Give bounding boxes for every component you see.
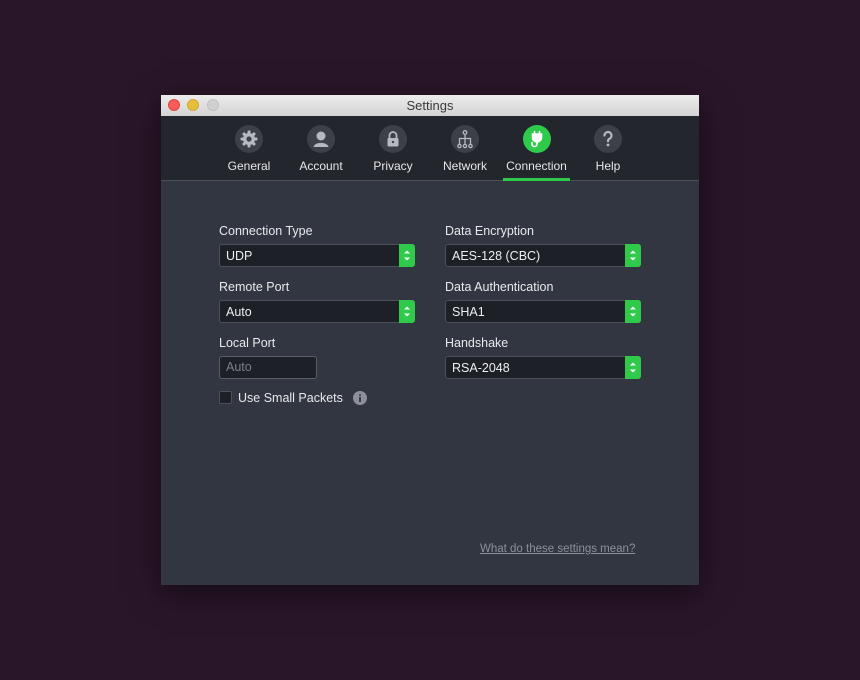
- tab-privacy[interactable]: Privacy: [371, 116, 415, 180]
- title-bar[interactable]: Settings: [161, 95, 699, 117]
- tab-account-label: Account: [299, 159, 343, 173]
- connection-type-select[interactable]: UDP: [219, 244, 415, 267]
- tab-account[interactable]: Account: [297, 116, 345, 180]
- question-icon: [594, 125, 622, 153]
- remote-port-select[interactable]: Auto: [219, 300, 415, 323]
- info-icon[interactable]: [353, 391, 367, 405]
- tab-privacy-label: Privacy: [373, 159, 413, 173]
- local-port-label: Local Port: [219, 336, 276, 350]
- connection-type-label: Connection Type: [219, 224, 313, 238]
- tab-network[interactable]: Network: [441, 116, 489, 180]
- settings-help-link[interactable]: What do these settings mean?: [480, 543, 635, 555]
- local-port-field[interactable]: [219, 356, 317, 379]
- data-authentication-stepper-icon[interactable]: [625, 300, 641, 323]
- preferences-toolbar: General Account Privacy Network Connecti…: [161, 116, 699, 181]
- tab-help[interactable]: Help: [585, 116, 631, 180]
- local-port-input[interactable]: [226, 360, 306, 374]
- tab-connection-label: Connection: [506, 159, 567, 173]
- tab-network-label: Network: [442, 159, 487, 173]
- user-icon: [307, 125, 335, 153]
- network-icon: [451, 125, 479, 153]
- data-encryption-label: Data Encryption: [445, 224, 534, 238]
- tab-help-label: Help: [595, 159, 621, 173]
- data-encryption-stepper-icon[interactable]: [625, 244, 641, 267]
- handshake-stepper-icon[interactable]: [625, 356, 641, 379]
- handshake-select[interactable]: RSA-2048: [445, 356, 641, 379]
- lock-icon: [379, 125, 407, 153]
- remote-port-value: Auto: [226, 305, 252, 319]
- window-title: Settings: [406, 98, 454, 113]
- handshake-value: RSA-2048: [452, 361, 510, 375]
- tab-connection[interactable]: Connection: [503, 116, 570, 181]
- handshake-label: Handshake: [445, 336, 509, 350]
- connection-settings-panel: Connection Type UDP Remote Port Auto Loc…: [161, 181, 699, 585]
- connection-type-stepper-icon[interactable]: [399, 244, 415, 267]
- data-encryption-value: AES-128 (CBC): [452, 249, 541, 263]
- data-encryption-select[interactable]: AES-128 (CBC): [445, 244, 641, 267]
- data-authentication-label: Data Authentication: [445, 280, 554, 294]
- remote-port-stepper-icon[interactable]: [399, 300, 415, 323]
- use-small-packets-checkbox[interactable]: [219, 391, 232, 404]
- gear-icon: [235, 125, 263, 153]
- data-authentication-select[interactable]: SHA1: [445, 300, 641, 323]
- tab-general-label: General: [227, 159, 271, 173]
- remote-port-label: Remote Port: [219, 280, 290, 294]
- tab-general[interactable]: General: [227, 116, 271, 180]
- settings-window: Settings General Account Privacy Network…: [161, 95, 699, 585]
- use-small-packets-label[interactable]: Use Small Packets: [238, 391, 343, 405]
- data-authentication-value: SHA1: [452, 305, 485, 319]
- connection-type-value: UDP: [226, 249, 253, 263]
- plug-icon: [522, 125, 551, 153]
